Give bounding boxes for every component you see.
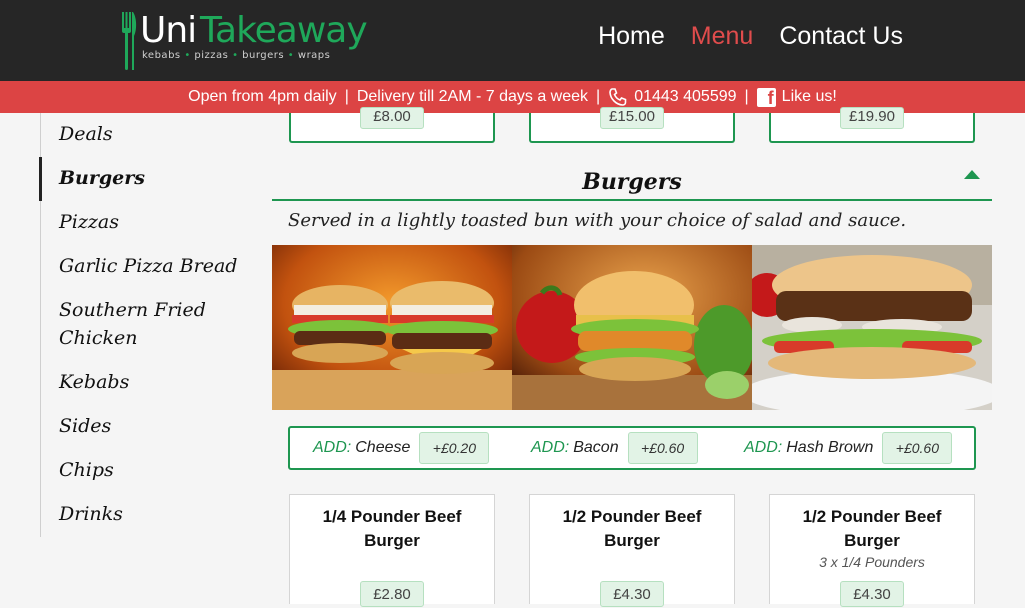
addon-bacon-button[interactable]: +£0.60 xyxy=(627,432,698,464)
sidebar-item-chips[interactable]: Chips xyxy=(59,456,239,484)
price-button[interactable]: £8.00 xyxy=(360,107,424,129)
add-to-order-button[interactable]: £4.30 xyxy=(840,581,904,607)
logo-text-uni: Uni xyxy=(140,10,197,51)
logo-text-takeaway: Takeaway xyxy=(200,10,368,51)
collapse-arrow-icon[interactable] xyxy=(964,170,980,179)
product-card: £15.00 xyxy=(529,107,735,143)
nav-menu-link[interactable]: Menu xyxy=(691,22,754,51)
delivery-text: Delivery till 2AM - 7 days a week xyxy=(356,88,589,105)
sidebar-item-burgers[interactable]: Burgers xyxy=(59,164,239,192)
addon-bacon: ADD: Bacon +£0.60 xyxy=(531,428,698,468)
addon-hash-brown-button[interactable]: +£0.60 xyxy=(882,432,953,464)
addons-bar: ADD: Cheese +£0.20 ADD: Bacon +£0.60 ADD… xyxy=(288,426,976,470)
active-category-indicator xyxy=(39,157,42,201)
sidebar-item-kebabs[interactable]: Kebabs xyxy=(59,368,239,396)
addon-cheese-button[interactable]: +£0.20 xyxy=(419,432,490,464)
site-header: Uni Takeaway kebabs • pizzas • burgers •… xyxy=(0,0,1025,81)
phone-icon xyxy=(609,88,627,106)
kebab-burger-photo xyxy=(752,245,992,410)
category-sidebar: Deals Burgers Pizzas Garlic Pizza Bread … xyxy=(39,113,240,537)
burger-photo-2 xyxy=(512,245,752,410)
product-card: 1/4 Pounder Beef Burger £2.80 xyxy=(289,494,495,607)
product-name: 1/4 Pounder Beef Burger xyxy=(322,507,462,550)
phone-number-link[interactable]: 01443 405599 xyxy=(634,88,736,106)
sidebar-item-drinks[interactable]: Drinks xyxy=(59,500,239,528)
section-title: Burgers xyxy=(272,163,992,201)
sidebar-item-sides[interactable]: Sides xyxy=(59,412,239,440)
product-card: 1/2 Pounder Beef Burger £4.30 xyxy=(529,494,735,607)
section-description: Served in a lightly toasted bun with you… xyxy=(288,210,907,231)
price-button[interactable]: £15.00 xyxy=(600,107,664,129)
product-card: £8.00 xyxy=(289,107,495,143)
sidebar-item-southern-fried-chicken[interactable]: Southern Fried Chicken xyxy=(59,296,239,352)
product-name: 1/2 Pounder Beef Burger xyxy=(802,507,942,550)
add-to-order-button[interactable]: £2.80 xyxy=(360,581,424,607)
site-logo[interactable]: Uni Takeaway kebabs • pizzas • burgers •… xyxy=(118,8,368,70)
burger-photo-1 xyxy=(272,245,512,410)
facebook-like-link[interactable]: Like us! xyxy=(782,88,837,106)
product-note: 3 x 1/4 Pounders xyxy=(819,554,925,570)
addon-cheese: ADD: Cheese +£0.20 xyxy=(313,428,490,468)
facebook-icon[interactable]: f xyxy=(756,87,776,108)
sidebar-item-pizzas[interactable]: Pizzas xyxy=(59,208,239,236)
logo-tagline: kebabs • pizzas • burgers • wraps xyxy=(142,50,331,61)
opening-hours-text: Open from 4pm daily xyxy=(188,88,337,105)
addon-hash-brown: ADD: Hash Brown +£0.60 xyxy=(744,428,953,468)
nav-home-link[interactable]: Home xyxy=(598,22,665,51)
add-to-order-button[interactable]: £4.30 xyxy=(600,581,664,607)
main-nav: Home Menu Contact Us xyxy=(598,22,903,51)
nav-contact-link[interactable]: Contact Us xyxy=(779,22,903,51)
product-card: 1/2 Pounder Beef Burger 3 x 1/4 Pounders… xyxy=(769,494,975,607)
cutlery-icon xyxy=(122,12,137,70)
product-name: 1/2 Pounder Beef Burger xyxy=(562,507,702,550)
sidebar-item-deals[interactable]: Deals xyxy=(59,120,239,148)
sidebar-item-garlic-pizza-bread[interactable]: Garlic Pizza Bread xyxy=(59,252,239,280)
product-card: £19.90 xyxy=(769,107,975,143)
price-button[interactable]: £19.90 xyxy=(840,107,904,129)
